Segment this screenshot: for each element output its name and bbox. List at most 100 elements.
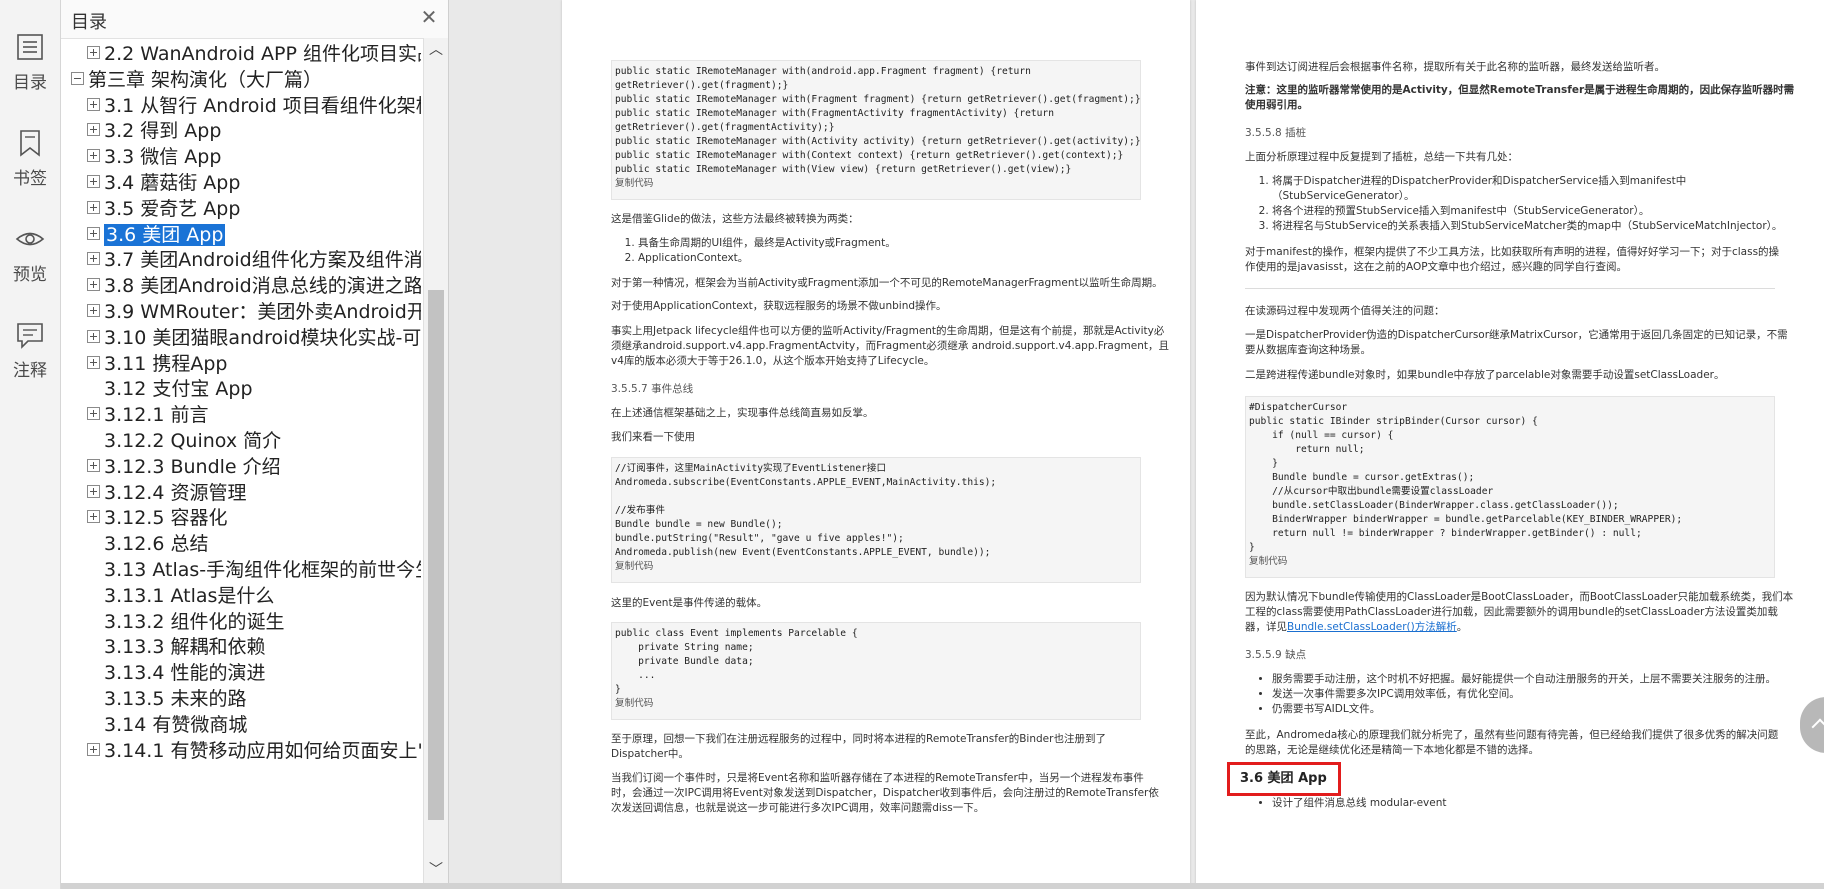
paragraph: 的思路，无论是继续优化还是精简一下本地化都是不错的选择。 bbox=[1245, 744, 1539, 756]
rail-toc-button[interactable]: 目录 bbox=[0, 32, 60, 93]
document-viewport[interactable]: public static IRemoteManager with(androi… bbox=[449, 0, 1824, 889]
code-line: public static IRemoteManager with(androi… bbox=[615, 66, 1031, 77]
document-page-right: 事件到达订阅进程后会根据事件名称，提取所有关于此名称的监听器，最终发送给监听者。… bbox=[1196, 0, 1824, 889]
expand-icon[interactable] bbox=[87, 252, 100, 266]
paragraph: 在上述通信框架基础之上，实现事件总线简直易如反掌。 bbox=[611, 407, 874, 419]
list-item: 服务需要手动注册，这个时机不好把握。最好能提供一个自动注册服务的开关，上层不需要… bbox=[1272, 672, 1776, 687]
code-block-dispatcher-cursor: #DispatcherCursor public static IBinder s… bbox=[1245, 396, 1775, 578]
code-line: Bundle bundle = cursor.getExtras(); bbox=[1249, 472, 1475, 483]
list-item: 设计了组件消息总线 modular-event bbox=[1272, 796, 1447, 811]
toc-item-label: 第三章 架构演化（大厂篇） bbox=[88, 68, 323, 91]
paragraph: 事实上用Jetpack lifecycle组件也可以方便的监听Activity/… bbox=[611, 325, 1165, 337]
expand-icon[interactable] bbox=[87, 742, 100, 756]
divider bbox=[1245, 288, 1775, 289]
toc-item-label: 3.5 爱奇艺 App bbox=[104, 197, 241, 220]
toc-item-label: 3.14.1 有赞移动应用如何给页面安上"健 bbox=[104, 739, 421, 762]
code-line: } bbox=[615, 684, 621, 695]
code-line: public static IBinder stripBinder(Cursor… bbox=[1249, 416, 1538, 427]
toc-item[interactable]: 3.14.1 有赞移动应用如何给页面安上"健 bbox=[87, 736, 421, 766]
left-rail: 目录 书签 预览 注释 bbox=[0, 0, 61, 889]
toc-item-label: 3.2 得到 App bbox=[104, 120, 222, 143]
toc-title: 目录 bbox=[71, 12, 107, 33]
expand-icon[interactable] bbox=[87, 329, 100, 343]
code-line: Andromeda.publish(new Event(EventConstan… bbox=[615, 547, 991, 558]
rail-annotation-button[interactable]: 注释 bbox=[0, 320, 60, 381]
expand-icon[interactable] bbox=[87, 46, 100, 59]
paragraph: 器，详见Bundle.setClassLoader()方法解析。 bbox=[1245, 621, 1468, 633]
comment-icon bbox=[17, 323, 43, 349]
toc-item-label: 3.13 Atlas-手淘组件化框架的前世今生 bbox=[104, 559, 421, 581]
toc-scroll-thumb[interactable] bbox=[428, 290, 444, 820]
paragraph: 一是DispatcherProvider伪造的DispatcherCursor继… bbox=[1245, 329, 1788, 341]
paragraph: 作使用的是javasisst，这在之前的AOP文章中也介绍过，感兴趣的同学自行查… bbox=[1245, 261, 1628, 273]
paragraph: 须继承android.support.v4.app.FragmentActvit… bbox=[611, 340, 1169, 352]
copy-code-button[interactable]: 复制代码 bbox=[615, 697, 1137, 711]
paragraph: 上面分析原理过程中反复提到了插桩，总结一下共有几处： bbox=[1245, 151, 1518, 163]
paragraph: 对于使用ApplicationContext，获取远程服务的场景不做unbind… bbox=[611, 300, 947, 312]
paragraph: 二是跨进程传递bundle对象时，如果bundle中存放了parcelable对… bbox=[1245, 369, 1725, 381]
collapse-icon[interactable] bbox=[71, 71, 84, 85]
setclassloader-link[interactable]: Bundle.setClassLoader()方法解析 bbox=[1287, 621, 1457, 633]
code-line: Andromeda.subscribe(EventConstants.APPLE… bbox=[615, 477, 997, 488]
toc-scrollbar[interactable]: ︿ ﹀ bbox=[423, 38, 448, 883]
code-line: public class Event implements Parcelable… bbox=[615, 628, 858, 639]
toc-item-label: 3.6 美团 App bbox=[104, 223, 226, 246]
paragraph: 工程的class需要使用PathClassLoader进行加载，因此需要额外的调… bbox=[1245, 606, 1778, 618]
rail-toc-label: 目录 bbox=[13, 73, 47, 93]
expand-icon[interactable] bbox=[87, 175, 100, 188]
rail-preview-button[interactable]: 预览 bbox=[0, 224, 60, 285]
code-line: //订阅事件，这里MainActivity实现了EventListener接口 bbox=[615, 463, 887, 474]
toc-item-label: 3.12.1 前言 bbox=[104, 404, 209, 427]
expand-icon[interactable] bbox=[87, 149, 100, 163]
paragraph: 这里的Event是事件传递的载体。 bbox=[611, 597, 768, 609]
code-block-event-class: public class Event implements Parcelable… bbox=[611, 622, 1141, 720]
code-block-subscribe: //订阅事件，这里MainActivity实现了EventListener接口 A… bbox=[611, 457, 1141, 583]
scroll-down-icon[interactable]: ﹀ bbox=[424, 860, 448, 880]
paragraph: 在读源码过程中发现两个值得关注的问题： bbox=[1245, 305, 1445, 317]
code-line: public static IRemoteManager with(View v… bbox=[615, 164, 1072, 175]
toc-item-label: 3.13.1 Atlas是什么 bbox=[104, 584, 275, 607]
code-line: return null; bbox=[1249, 444, 1365, 455]
copy-code-button[interactable]: 复制代码 bbox=[615, 560, 1137, 574]
expand-icon[interactable] bbox=[87, 458, 100, 472]
toc-header: 目录 ✕ bbox=[61, 0, 448, 39]
expand-icon[interactable] bbox=[87, 278, 100, 292]
paragraph: 时，会通过一次IPC调用将Event对象发送到Dispatcher，Dispat… bbox=[611, 787, 1159, 799]
expand-icon[interactable] bbox=[87, 355, 100, 369]
expand-icon[interactable] bbox=[87, 200, 100, 214]
close-icon[interactable]: ✕ bbox=[418, 6, 440, 28]
rail-bookmark-button[interactable]: 书签 bbox=[0, 128, 60, 189]
scroll-up-icon[interactable]: ︿ bbox=[424, 40, 448, 60]
toc-item-label: 3.12.3 Bundle 介绍 bbox=[104, 455, 281, 478]
expand-icon[interactable] bbox=[87, 123, 100, 137]
toc-item-label: 3.3 微信 App bbox=[104, 146, 222, 169]
toc-panel: 目录 ✕ 2.2 WanAndroid APP 组件化项目实战 第三章 架构演化（… bbox=[61, 0, 449, 889]
copy-code-button[interactable]: 复制代码 bbox=[1249, 555, 1771, 569]
expand-icon[interactable] bbox=[87, 304, 100, 317]
list-item: 仍需要书写AIDL文件。 bbox=[1272, 702, 1776, 717]
expand-icon[interactable] bbox=[87, 407, 100, 421]
code-line: Bundle bundle = new Bundle(); bbox=[615, 519, 783, 530]
expand-icon[interactable] bbox=[87, 226, 100, 240]
paragraph: Dispatcher中。 bbox=[611, 748, 689, 760]
expand-icon[interactable] bbox=[87, 484, 100, 498]
list-item: 具备生命周期的UI组件，最终是Activity或Fragment。 bbox=[638, 236, 896, 251]
expand-icon[interactable] bbox=[87, 97, 100, 111]
paragraph: 要从数据库查询这种场景。 bbox=[1245, 344, 1371, 356]
toc-item-label: 3.7 美团Android组件化方案及组件消息 bbox=[104, 249, 421, 272]
ordered-list: 具备生命周期的UI组件，最终是Activity或Fragment。 Applic… bbox=[622, 236, 896, 266]
paragraph: 次发送回调信息，也就是说这一步可能进行多次IPC调用，效率问题需diss一下。 bbox=[611, 802, 985, 814]
toc-item-label: 3.12 支付宝 App bbox=[104, 378, 253, 401]
code-line: private String name; bbox=[615, 642, 754, 653]
note-paragraph: 注意：这里的监听器常常使用的是Activity，但显然RemoteTransfe… bbox=[1245, 84, 1795, 96]
toc-item-label: 3.13.2 组件化的诞生 bbox=[104, 610, 285, 633]
expand-icon[interactable] bbox=[87, 510, 100, 524]
bullet-list: 设计了组件消息总线 modular-event bbox=[1256, 796, 1447, 811]
copy-code-button[interactable]: 复制代码 bbox=[615, 177, 1137, 191]
list-item: ApplicationContext。 bbox=[638, 251, 896, 266]
ordered-list: 将属于Dispatcher进程的DispatcherProvider和Dispa… bbox=[1256, 174, 1782, 234]
code-line: ... bbox=[615, 670, 656, 681]
code-block-with-methods: public static IRemoteManager with(androi… bbox=[611, 60, 1141, 200]
document-page-left: public static IRemoteManager with(androi… bbox=[562, 0, 1190, 889]
